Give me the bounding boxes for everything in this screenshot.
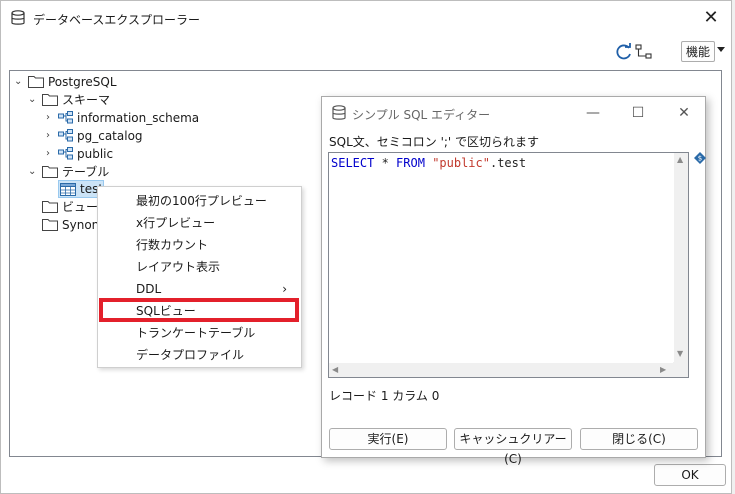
execute-button[interactable]: 実行(E): [329, 428, 447, 450]
schema-icon: [58, 129, 73, 142]
menu-item-truncate-table[interactable]: トランケートテーブル: [98, 322, 301, 344]
close-button[interactable]: 閉じる(C): [580, 428, 698, 450]
folder-icon: [42, 219, 58, 231]
record-status: レコード 1 カラム 0: [329, 389, 440, 403]
tree-label: PostgreSQL: [48, 75, 117, 89]
maximize-icon[interactable]: ☐: [627, 102, 649, 124]
chevron-down-icon[interactable]: ⌄: [28, 95, 38, 105]
menu-item-ddl[interactable]: DDL ›: [98, 278, 301, 300]
title-bar: データベースエクスプローラー ✕: [1, 1, 731, 35]
chevron-down-icon[interactable]: ⌄: [28, 167, 38, 177]
tree-label: スキーマ: [62, 93, 111, 107]
sql-description: SQL文、セミコロン ';' で区切られます: [329, 135, 540, 149]
highlight-box: [99, 298, 299, 322]
close-icon[interactable]: ✕: [673, 102, 695, 124]
toolbar: 機能: [1, 35, 731, 71]
scroll-left-icon[interactable]: ◀: [332, 365, 338, 374]
sql-text-area[interactable]: SELECT * FROM "public".test ▲ ▼ ◀ ▶: [328, 152, 689, 378]
context-menu: 最初の100行プレビュー x行プレビュー 行数カウント レイアウト表示 DDL ›…: [97, 186, 302, 368]
database-icon: [332, 105, 346, 120]
function-menu-button[interactable]: 機能: [681, 41, 715, 62]
sql-code[interactable]: SELECT * FROM "public".test: [331, 156, 526, 170]
sql-editor-title-bar: シンプル SQL エディター — ☐ ✕: [322, 97, 705, 129]
scroll-up-icon[interactable]: ▲: [677, 155, 683, 164]
sql-format-icon[interactable]: $: [694, 152, 706, 164]
sql-editor-title: シンプル SQL エディター: [352, 108, 491, 122]
menu-item-preview-x-rows[interactable]: x行プレビュー: [98, 212, 301, 234]
minimize-icon[interactable]: —: [582, 102, 604, 124]
menu-item-show-layout[interactable]: レイアウト表示: [98, 256, 301, 278]
chevron-down-icon[interactable]: [717, 47, 725, 52]
chevron-right-icon[interactable]: ›: [46, 113, 56, 123]
horizontal-scrollbar[interactable]: ◀ ▶: [329, 363, 673, 377]
vertical-scrollbar[interactable]: ▲ ▼: [674, 153, 688, 363]
tree-structure-icon[interactable]: [635, 44, 653, 60]
ok-button[interactable]: OK: [654, 464, 726, 486]
chevron-right-icon[interactable]: ›: [46, 131, 56, 141]
tree-label: public: [77, 147, 114, 161]
table-icon: [60, 183, 76, 196]
simple-sql-editor-dialog: シンプル SQL エディター — ☐ ✕ SQL文、セミコロン ';' で区切ら…: [321, 96, 706, 466]
folder-icon: [28, 76, 44, 88]
menu-item-row-count[interactable]: 行数カウント: [98, 234, 301, 256]
svg-text:$: $: [698, 155, 702, 163]
clear-cache-button[interactable]: キャッシュクリアー(C): [454, 428, 572, 466]
schema-icon: [58, 111, 73, 124]
chevron-down-icon[interactable]: ⌄: [14, 77, 24, 87]
menu-item-data-profile[interactable]: データプロファイル: [98, 344, 301, 366]
close-icon[interactable]: ✕: [699, 6, 723, 30]
scroll-right-icon[interactable]: ▶: [660, 365, 666, 374]
folder-icon: [42, 94, 58, 106]
tree-label: ビュー: [62, 200, 99, 214]
tree-label: information_schema: [77, 111, 200, 125]
schema-icon: [58, 147, 73, 160]
chevron-right-icon[interactable]: ›: [46, 149, 56, 159]
tree-label: pg_catalog: [77, 129, 143, 143]
scrollbar-corner: [673, 362, 688, 377]
tree-label: テーブル: [62, 165, 110, 179]
folder-icon: [42, 201, 58, 213]
folder-icon: [42, 166, 58, 178]
menu-item-preview-100[interactable]: 最初の100行プレビュー: [98, 190, 301, 212]
scroll-down-icon[interactable]: ▼: [677, 349, 683, 358]
database-icon: [11, 10, 25, 25]
window-title: データベースエクスプローラー: [33, 13, 201, 27]
chevron-right-icon: ›: [282, 282, 287, 296]
refresh-icon[interactable]: [615, 43, 633, 61]
